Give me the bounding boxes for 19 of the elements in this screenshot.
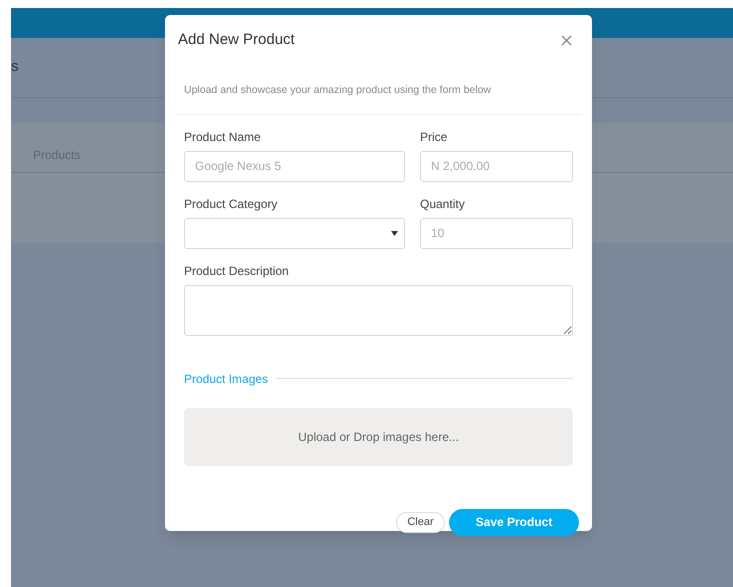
input-field[interactable]: N 2,000.00 [420, 150, 573, 182]
close-icon[interactable] [561, 34, 572, 46]
page-heading: s [11, 57, 18, 78]
field-label: Price [420, 128, 448, 146]
image-dropzone[interactable]: Upload or Drop images here... [184, 408, 573, 466]
input-field[interactable]: Google Nexus 5 [184, 150, 405, 182]
field-label: Product Name [184, 128, 262, 146]
section-heading: Product Images [184, 370, 268, 388]
clear-button[interactable]: Clear [396, 512, 445, 532]
caret-icon [391, 230, 398, 236]
dialog-subtitle: Upload and showcase your amazing product using the form below [184, 84, 492, 96]
category-dropdown[interactable] [184, 218, 405, 248]
dialog-title: Add New Product [178, 30, 295, 50]
description-field[interactable] [184, 284, 573, 336]
field-label: Product Category [184, 196, 278, 212]
field-label: Product Description [184, 262, 290, 280]
field-label: Quantity [420, 196, 466, 212]
save-button[interactable]: Save Product [449, 508, 579, 536]
input-field[interactable]: 10 [420, 218, 573, 248]
